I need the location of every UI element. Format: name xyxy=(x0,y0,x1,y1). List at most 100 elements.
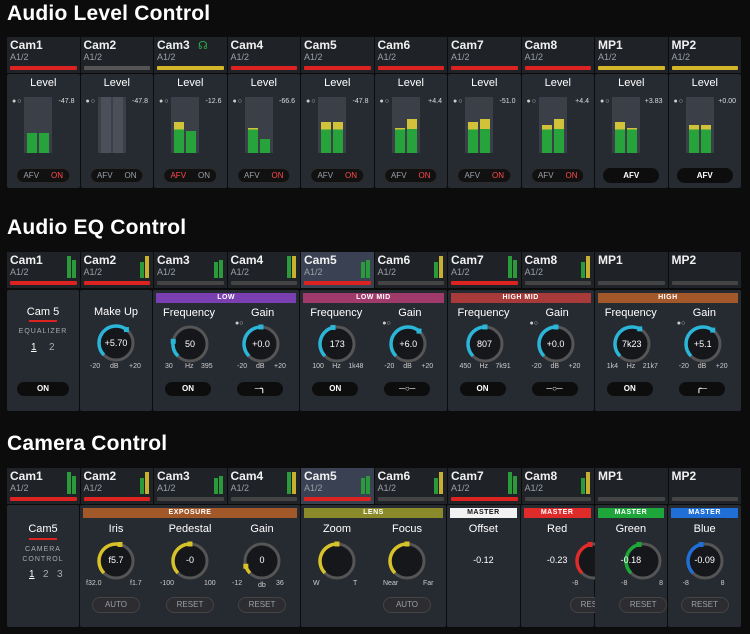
camera-label: CAMERA xyxy=(25,546,61,553)
afv-on-toggle[interactable]: AFV ON xyxy=(530,168,585,183)
channel-cam2[interactable]: Cam2 A1/2 xyxy=(80,252,153,288)
channel-mp1[interactable]: MP1 xyxy=(595,468,668,504)
band-on-button[interactable]: ON xyxy=(459,382,506,396)
band-on-button[interactable]: ON xyxy=(312,382,359,396)
camera-tab-1[interactable]: 1 xyxy=(29,569,35,580)
gain-title: Gain xyxy=(545,307,569,319)
on-button[interactable]: ON xyxy=(413,169,437,182)
camera-tab-3[interactable]: 3 xyxy=(57,569,63,580)
afv-on-toggle[interactable]: AFV ON xyxy=(236,168,291,183)
level-meter[interactable] xyxy=(318,97,346,153)
eq-1-tab[interactable]: 1 xyxy=(31,342,37,353)
afv-button[interactable]: AFV xyxy=(676,168,733,183)
gain-reset-button[interactable]: RESET xyxy=(238,597,286,613)
channel-cam7[interactable]: Cam7 A1/2 xyxy=(448,468,521,504)
channel-cam4[interactable]: Cam4 A1/2 xyxy=(227,37,300,73)
filter-shape-icon[interactable]: ╭─ xyxy=(678,382,725,396)
on-button[interactable]: ON xyxy=(339,169,363,182)
level-meter[interactable] xyxy=(612,97,640,153)
channel-cam1[interactable]: Cam1 A1/2 xyxy=(7,468,80,504)
afv-on-toggle[interactable]: AFV ON xyxy=(16,168,71,183)
channel-cam1[interactable]: Cam1 A1/2 xyxy=(7,37,80,73)
on-button[interactable]: ON xyxy=(119,169,143,182)
level-meter[interactable] xyxy=(24,97,52,153)
afv-button[interactable]: AFV xyxy=(17,169,45,182)
afv-button[interactable]: AFV xyxy=(603,168,660,183)
eq-channel-bar: Cam1 A1/2 Cam2 A1/2 Cam3 A1/2 Cam4 A1/2 Cam5 A1/2… xyxy=(7,252,741,288)
mini-meter-bar xyxy=(439,256,443,278)
afv-on-toggle[interactable]: AFV ON xyxy=(310,168,365,183)
on-button[interactable]: ON xyxy=(266,169,290,182)
level-meter[interactable] xyxy=(171,97,199,153)
level-dots: ●○ xyxy=(526,98,537,105)
level-meter[interactable] xyxy=(97,97,126,153)
channel-cam5[interactable]: Cam5 A1/2 xyxy=(301,252,374,288)
channel-mp1[interactable]: MP1 A1/2 xyxy=(595,37,668,73)
channel-mp1[interactable]: MP1 xyxy=(595,252,668,288)
frequency-value: 7k23 xyxy=(621,339,642,349)
level-meter[interactable] xyxy=(244,97,273,153)
afv-on-toggle[interactable]: AFV ON xyxy=(383,168,438,183)
channel-cam2[interactable]: Cam2 A1/2 xyxy=(80,37,153,73)
channel-cam2[interactable]: Cam2 A1/2 xyxy=(80,468,153,504)
channel-cam4[interactable]: Cam4 A1/2 xyxy=(227,252,300,288)
channel-cam3[interactable]: Cam3 A1/2 ☊ xyxy=(154,37,227,73)
band-on-button[interactable]: ON xyxy=(606,382,653,396)
mini-meter-bar xyxy=(365,260,370,278)
afv-button[interactable]: AFV xyxy=(385,169,413,182)
afv-on-toggle[interactable]: AFV ON xyxy=(89,168,144,183)
channel-cam3[interactable]: Cam3 A1/2 xyxy=(154,252,227,288)
channel-mp2[interactable]: MP2 xyxy=(668,468,741,504)
level-meter[interactable] xyxy=(538,97,567,153)
level-meter[interactable] xyxy=(391,97,420,153)
headphones-icon[interactable]: ☊ xyxy=(198,39,208,52)
channel-mp2[interactable]: MP2 A1/2 xyxy=(668,37,741,73)
channel-cam8[interactable]: Cam8 A1/2 xyxy=(521,252,594,288)
afv-button[interactable]: AFV xyxy=(532,169,560,182)
level-meter[interactable] xyxy=(465,97,493,153)
zoom-knob[interactable] xyxy=(316,540,358,582)
level-meter[interactable] xyxy=(685,97,714,153)
channel-cam6[interactable]: Cam6 A1/2 xyxy=(374,252,447,288)
channel-cam5[interactable]: Cam5 A1/2 xyxy=(301,37,374,73)
eq-2-tab[interactable]: 2 xyxy=(49,342,55,353)
eq-on-button[interactable]: ON xyxy=(17,382,69,396)
channel-cam4[interactable]: Cam4 A1/2 xyxy=(227,468,300,504)
channel-cam5[interactable]: Cam5 A1/2 xyxy=(301,468,374,504)
channel-cam7[interactable]: Cam7 A1/2 xyxy=(448,37,521,73)
master-reset-button[interactable]: RESET xyxy=(619,597,668,613)
channel-cam3[interactable]: Cam3 A1/2 xyxy=(154,468,227,504)
afv-button[interactable]: AFV xyxy=(311,169,339,182)
master-reset-button[interactable]: RESET xyxy=(680,597,729,613)
afv-button[interactable]: AFV xyxy=(164,169,192,182)
camera-tab-2[interactable]: 2 xyxy=(43,569,49,580)
afv-button[interactable]: AFV xyxy=(238,169,266,182)
on-button[interactable]: ON xyxy=(192,169,216,182)
channel-name: MP2 xyxy=(671,253,697,267)
filter-shape-icon[interactable]: ─○─ xyxy=(531,382,578,396)
afv-button[interactable]: AFV xyxy=(91,169,119,182)
pedestal-reset-button[interactable]: RESET xyxy=(166,597,214,613)
on-button[interactable]: ON xyxy=(560,169,584,182)
channel-cam1[interactable]: Cam1 A1/2 xyxy=(7,252,80,288)
channel-cam6[interactable]: Cam6 A1/2 xyxy=(374,37,447,73)
channel-cam8[interactable]: Cam8 A1/2 xyxy=(521,37,594,73)
focus-knob[interactable] xyxy=(386,540,428,582)
iris-auto-button[interactable]: AUTO xyxy=(92,597,140,613)
afv-button[interactable]: AFV xyxy=(458,169,486,182)
selected-camera-label: Cam5 xyxy=(28,523,58,535)
channel-name: Cam4 xyxy=(230,38,264,52)
frequency-min: 100 xyxy=(312,363,324,370)
on-button[interactable]: ON xyxy=(45,169,69,182)
channel-cam7[interactable]: Cam7 A1/2 xyxy=(448,252,521,288)
on-button[interactable]: ON xyxy=(486,169,510,182)
afv-on-toggle[interactable]: AFV ON xyxy=(163,168,218,183)
filter-shape-icon[interactable]: ─○─ xyxy=(384,382,431,396)
band-on-button[interactable]: ON xyxy=(165,382,211,396)
channel-cam8[interactable]: Cam8 A1/2 xyxy=(521,468,594,504)
channel-cam6[interactable]: Cam6 A1/2 xyxy=(374,468,447,504)
afv-on-toggle[interactable]: AFV ON xyxy=(457,168,512,183)
filter-shape-icon[interactable]: ─╮ xyxy=(237,382,283,396)
channel-mp2[interactable]: MP2 xyxy=(668,252,741,288)
focus-auto-button[interactable]: AUTO xyxy=(383,597,431,613)
